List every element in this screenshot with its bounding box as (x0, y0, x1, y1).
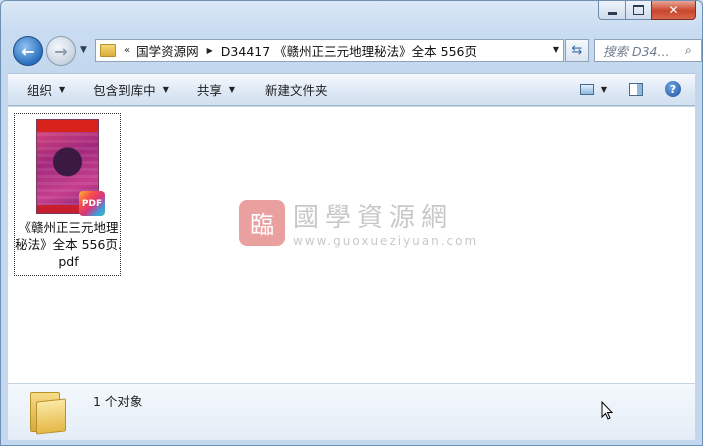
address-bar[interactable]: « 国学资源网 ▶ D34417 《赣州正三元地理秘法》全本 556页 ▼ (95, 39, 564, 62)
share-label: 共享 (196, 83, 222, 98)
file-list[interactable]: PDF 《赣州正三元地理秘法》全本 556页.pdf 臨 國學資源網 www.g… (8, 107, 695, 383)
file-item[interactable]: PDF 《赣州正三元地理秘法》全本 556页.pdf (14, 113, 122, 276)
folder-icon (100, 44, 116, 57)
chevron-down-icon[interactable]: ▼ (601, 85, 607, 94)
search-input[interactable]: 搜索 D34... (603, 41, 685, 60)
toolbar-right: ▼ ? (579, 81, 681, 97)
explorer-window: ✕ ← → ▼ « 国学资源网 ▶ D34417 《赣州正三元地理秘法》全本 5… (0, 0, 703, 446)
new-folder-button[interactable]: 新建文件夹 (265, 80, 328, 99)
new-folder-label: 新建文件夹 (265, 83, 328, 98)
chevron-down-icon[interactable]: ▼ (553, 45, 559, 54)
back-button[interactable]: ← (13, 36, 43, 66)
breadcrumb-overflow[interactable]: « (124, 45, 130, 56)
preview-pane-icon[interactable] (629, 82, 643, 96)
breadcrumb-item-2[interactable]: D34417 《赣州正三元地理秘法》全本 556页 (221, 41, 477, 60)
watermark-url: www.guoxueziyuan.com (293, 234, 479, 248)
folder-icon (30, 390, 66, 435)
maximize-button[interactable] (625, 1, 651, 20)
search-box[interactable]: 搜索 D34... ⌕ (594, 39, 702, 62)
watermark-seal-icon: 臨 (239, 199, 285, 246)
forward-button[interactable]: → (46, 36, 76, 66)
navigation-bar: ← → ▼ « 国学资源网 ▶ D34417 《赣州正三元地理秘法》全本 556… (9, 35, 702, 66)
recent-pages-dropdown[interactable]: ▼ (80, 45, 87, 55)
organize-label: 组织 (27, 83, 53, 98)
close-button[interactable]: ✕ (651, 1, 696, 20)
watermark-name: 國學資源網 (293, 203, 454, 233)
caption-buttons: ✕ (598, 1, 696, 21)
chevron-right-icon[interactable]: ▶ (207, 46, 213, 55)
chevron-down-icon: ▼ (228, 85, 236, 94)
details-pane: 1 个对象 (8, 383, 695, 440)
close-icon: ✕ (668, 3, 679, 17)
arrow-left-icon: ← (21, 41, 35, 61)
change-view-icon[interactable] (579, 83, 594, 95)
command-bar: 组织 ▼ 包含到库中 ▼ 共享 ▼ 新建文件夹 ▼ ? (8, 73, 695, 106)
pdf-icon: PDF (79, 191, 105, 216)
watermark: 臨 國學資源網 www.guoxueziyuan.com (239, 197, 478, 248)
chevron-down-icon: ▼ (59, 85, 66, 94)
file-name[interactable]: 《赣州正三元地理秘法》全本 556页.pdf (15, 219, 122, 270)
refresh-button[interactable]: ⇆ (565, 39, 589, 62)
breadcrumb-item-1[interactable]: 国学资源网 (136, 41, 199, 60)
refresh-icon: ⇆ (571, 43, 583, 58)
mouse-cursor-icon (601, 401, 614, 420)
chevron-down-icon: ▼ (162, 85, 169, 94)
arrow-right-icon: → (54, 41, 68, 61)
search-icon[interactable]: ⌕ (685, 43, 701, 58)
help-icon[interactable]: ? (665, 81, 681, 97)
item-count: 1 个对象 (93, 394, 143, 409)
minimize-button[interactable] (598, 1, 625, 20)
include-in-library-menu[interactable]: 包含到库中 ▼ (93, 80, 169, 99)
share-menu[interactable]: 共享 ▼ (197, 80, 235, 99)
organize-menu[interactable]: 组织 ▼ (27, 80, 65, 99)
include-in-library-label: 包含到库中 (93, 83, 156, 98)
